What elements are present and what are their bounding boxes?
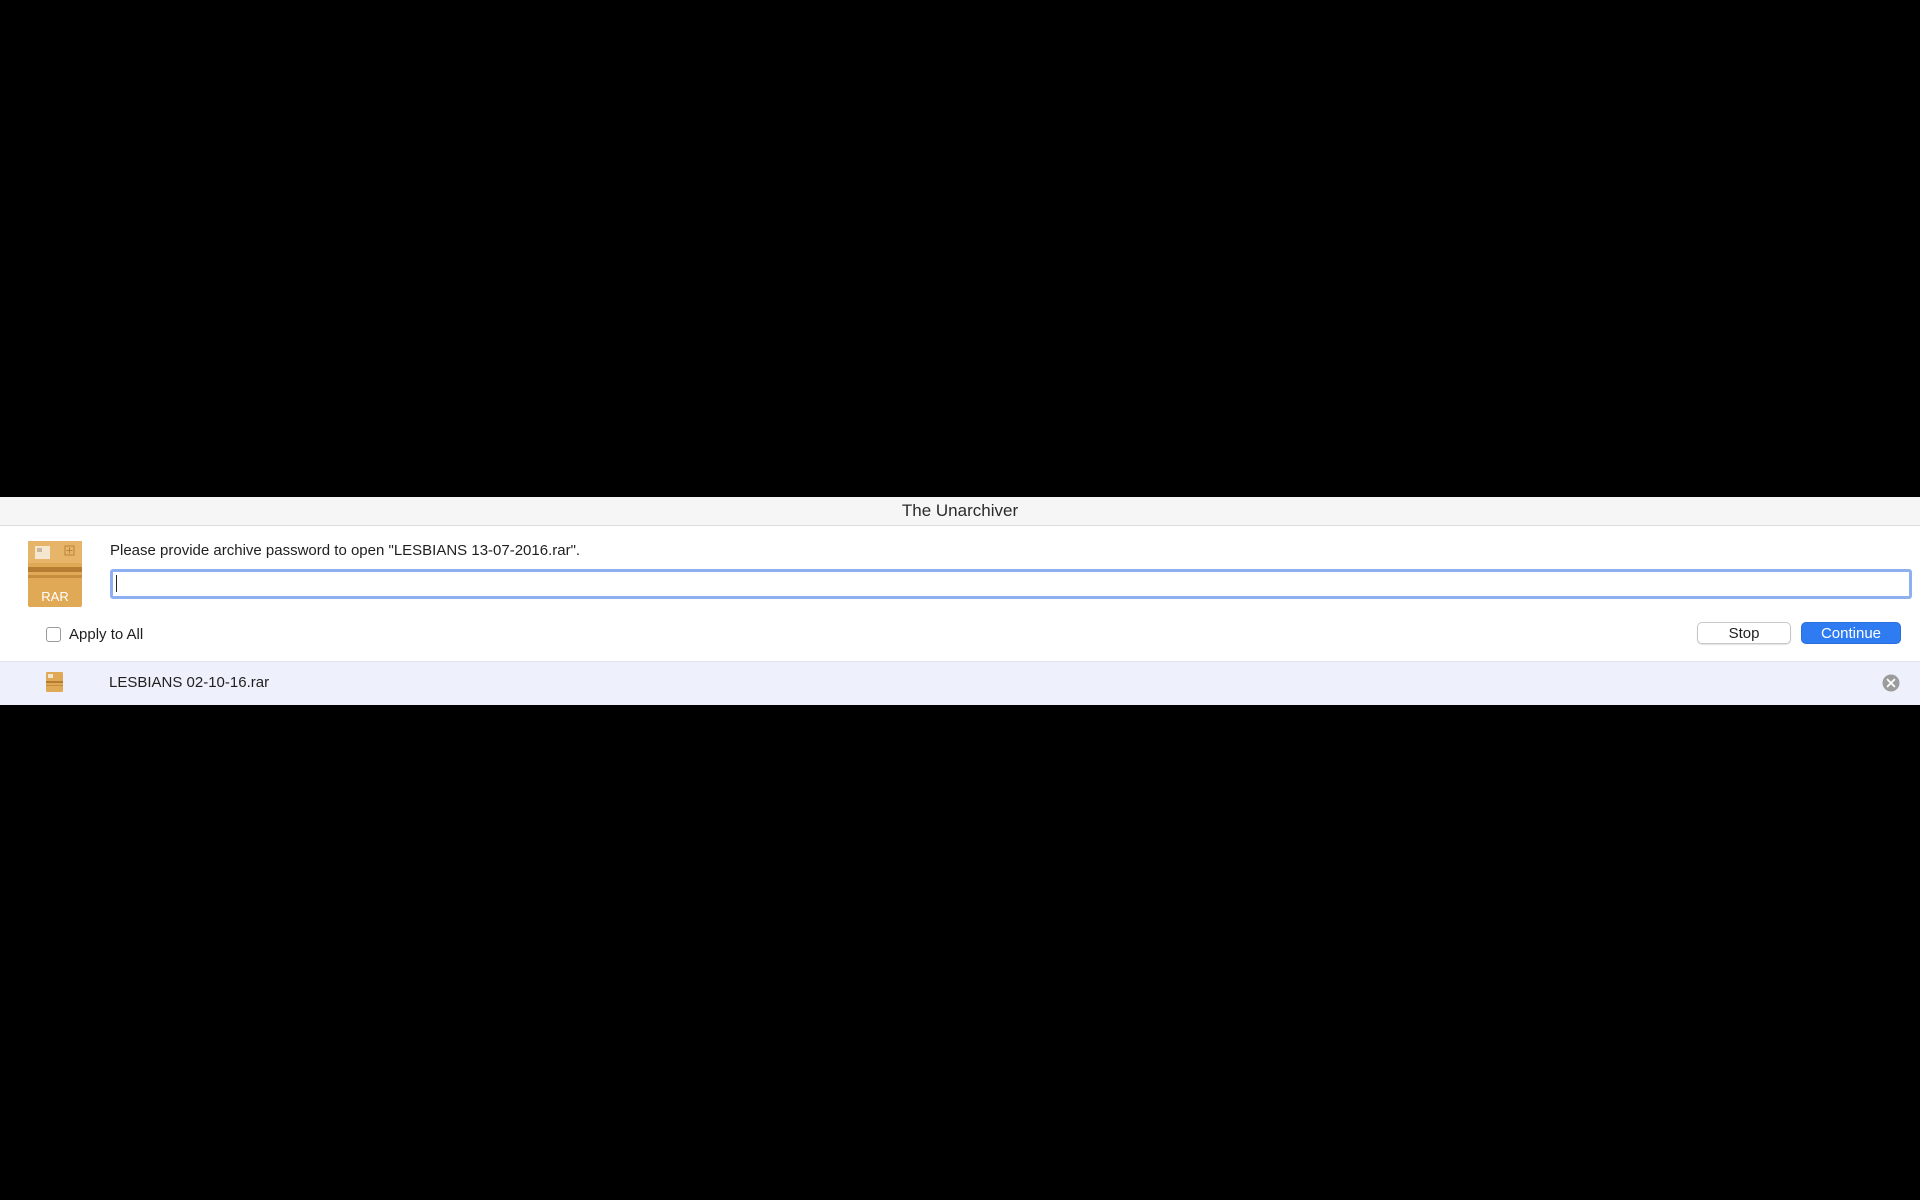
rar-icon-label: RAR [41,589,68,604]
password-input[interactable] [110,569,1912,599]
password-prompt: Please provide archive password to open … [110,542,581,559]
queue-list-item[interactable]: LESBIANS 02-10-16.rar [0,661,1920,705]
title-bar[interactable]: The Unarchiver [0,497,1920,526]
stop-button[interactable]: Stop [1697,622,1791,644]
close-circle-icon[interactable] [1882,674,1900,692]
rar-archive-icon: RAR [28,541,82,607]
continue-button[interactable]: Continue [1801,622,1901,644]
queue-file-name: LESBIANS 02-10-16.rar [109,674,270,691]
unarchiver-window: The Unarchiver RAR Please provide archiv… [0,497,1920,705]
apply-to-all-option[interactable]: Apply to All [46,625,143,643]
rar-archive-icon [46,672,63,692]
window-title: The Unarchiver [901,501,1019,520]
text-caret [116,575,117,592]
apply-to-all-label[interactable]: Apply to All [69,626,143,643]
apply-to-all-checkbox[interactable] [46,626,61,642]
